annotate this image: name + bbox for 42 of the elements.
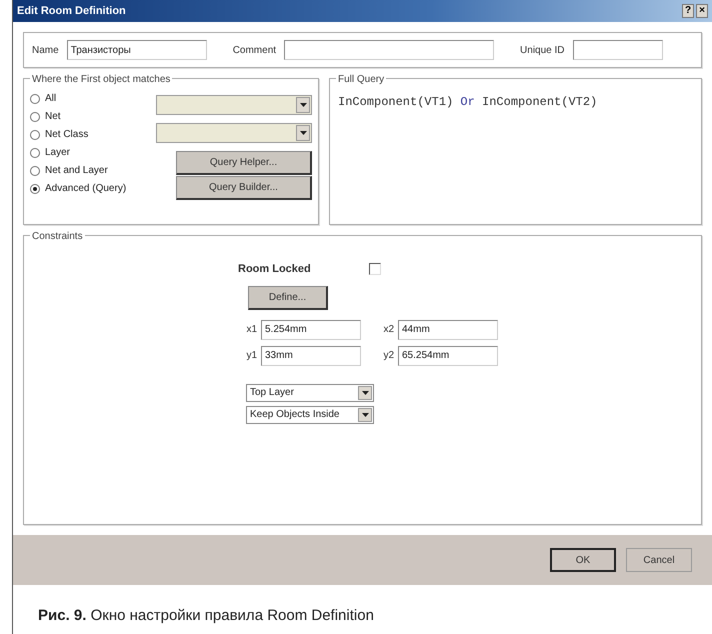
close-button[interactable]: × — [696, 4, 708, 18]
radio-button[interactable] — [30, 94, 40, 104]
coordinate-field[interactable]: 65.254mm — [398, 346, 498, 366]
coordinate-field[interactable]: 33mm — [261, 346, 361, 366]
query-button[interactable]: Query Helper... — [176, 151, 312, 175]
radio-label[interactable]: Net and Layer — [45, 163, 108, 178]
window-title: Edit Room Definition — [17, 4, 126, 19]
dialog-button[interactable]: OK — [550, 548, 616, 572]
text-field[interactable] — [284, 40, 494, 60]
room-locked-checkbox[interactable] — [368, 263, 381, 276]
text-field[interactable]: Транзисторы — [66, 40, 207, 60]
field-label: Unique ID — [520, 44, 565, 58]
radio-label[interactable]: Layer — [45, 145, 70, 160]
coordinate-label: y2 — [382, 349, 394, 363]
query-text: InComponent(VT1) Or InComponent(VT2) — [338, 94, 598, 111]
coordinate-field[interactable]: 44mm — [398, 320, 498, 340]
help-button[interactable]: ? — [682, 4, 694, 18]
coordinate-label: y1 — [245, 349, 257, 363]
group-title: Full Query — [336, 72, 386, 87]
radio-button[interactable] — [30, 130, 40, 140]
radio-label[interactable]: Net Class — [45, 127, 88, 142]
room-locked-label: Room Locked — [238, 262, 311, 277]
radio-button[interactable] — [30, 112, 40, 122]
radio-button[interactable] — [30, 166, 40, 176]
coordinate-label: x2 — [382, 323, 394, 337]
dialog-button[interactable]: Cancel — [626, 548, 692, 572]
coordinate-field[interactable]: 5.254mm — [261, 320, 361, 340]
figure-caption: Рис. 9. Окно настройки правила Room Definition — [37, 606, 375, 626]
field-label: Name — [32, 44, 59, 58]
radio-label[interactable]: All — [45, 91, 56, 106]
group-title: Where the First object matches — [30, 72, 172, 87]
dropdown[interactable]: Keep Objects Inside — [246, 406, 374, 424]
query-button[interactable]: Query Builder... — [176, 176, 312, 200]
coordinate-label: x1 — [245, 323, 257, 337]
radio-button[interactable] — [30, 184, 40, 194]
radio-label[interactable]: Net — [45, 109, 61, 124]
radio-button[interactable] — [30, 148, 40, 158]
text-field[interactable] — [572, 40, 663, 60]
dropdown[interactable]: Top Layer — [246, 384, 374, 402]
define-button[interactable]: Define... — [248, 286, 328, 310]
field-label: Comment — [232, 44, 276, 58]
radio-label[interactable]: Advanced (Query) — [45, 181, 126, 196]
